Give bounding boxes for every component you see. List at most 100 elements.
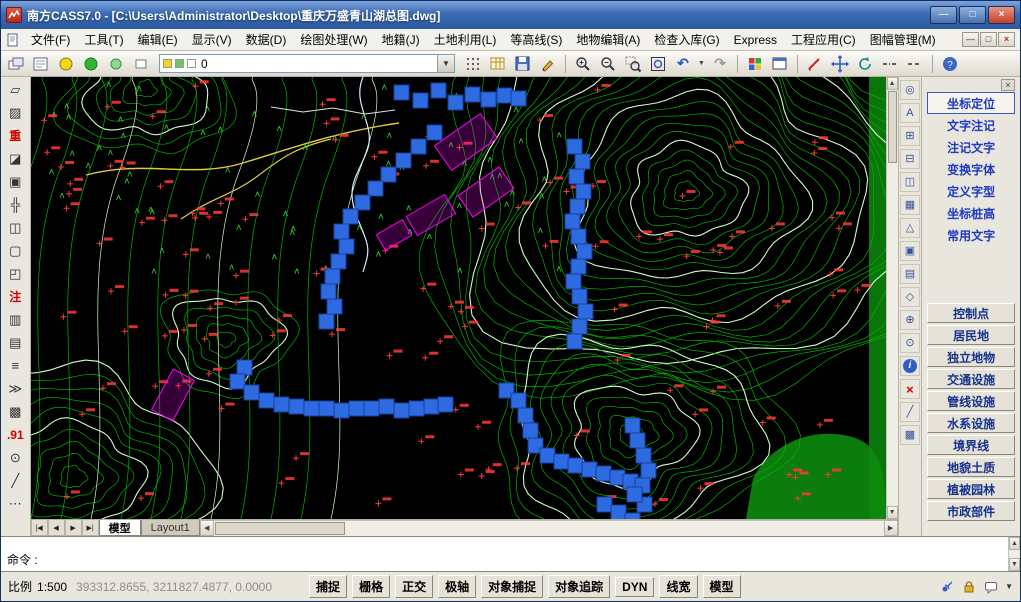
pattern-tool-icon[interactable]: ▩	[900, 425, 920, 445]
tab-model[interactable]: 模型	[99, 520, 141, 536]
redo-icon[interactable]: ↷	[708, 53, 732, 75]
status-menu-arrow-icon[interactable]: ▼	[1005, 582, 1013, 591]
scale-value[interactable]: 1:500	[37, 580, 67, 594]
window-tool-icon[interactable]: ◫	[900, 172, 920, 192]
panel-button-independent-feature[interactable]: 独立地物	[927, 347, 1015, 367]
panel-button-boundary[interactable]: 境界线	[927, 435, 1015, 455]
panel-item-text-annotation[interactable]: 文字注记	[927, 114, 1015, 136]
list-tool-icon[interactable]: ▤	[900, 264, 920, 284]
toggle-snap[interactable]: 捕捉	[309, 575, 347, 598]
toggle-model[interactable]: 模型	[703, 575, 741, 598]
menu-check-db[interactable]: 检查入库(G)	[647, 28, 726, 51]
palette-icon[interactable]	[743, 53, 767, 75]
scroll-down-icon[interactable]: ▼	[887, 506, 898, 519]
scroll-up-icon[interactable]: ▲	[887, 77, 898, 90]
panel-button-control-point[interactable]: 控制点	[927, 303, 1015, 323]
target-tool-icon[interactable]: ⊙	[900, 333, 920, 353]
left-tool-fill-icon[interactable]: ◪	[2, 147, 28, 170]
text-tool-icon[interactable]: A	[900, 103, 920, 123]
vertical-scroll-thumb[interactable]	[888, 91, 897, 163]
toggle-ortho[interactable]: 正交	[395, 575, 433, 598]
left-tool-rectangle-icon[interactable]: ▢	[2, 239, 28, 262]
menu-express[interactable]: Express	[727, 30, 784, 50]
save-icon[interactable]	[511, 53, 535, 75]
grid-minus-icon[interactable]: ⊟	[900, 149, 920, 169]
left-tool-annotate-icon[interactable]: 注	[2, 285, 28, 308]
left-tool-corner-icon[interactable]: ◰	[2, 262, 28, 285]
panel-item-common-text[interactable]: 常用文字	[927, 224, 1015, 246]
block-tool-icon[interactable]: ▣	[900, 241, 920, 261]
color-light-green-icon[interactable]	[104, 53, 128, 75]
toggle-polar[interactable]: 极轴	[438, 575, 476, 598]
layer-manager-icon[interactable]	[29, 53, 53, 75]
triangle-tool-icon[interactable]: △	[900, 218, 920, 238]
grid-plus-icon[interactable]: ⊞	[900, 126, 920, 146]
toggle-osnap[interactable]: 对象捕捉	[481, 575, 543, 598]
zoom-extents-icon[interactable]	[646, 53, 670, 75]
locate-tool-icon[interactable]: ◎	[900, 80, 920, 100]
maximize-button[interactable]: □	[959, 6, 986, 24]
left-tool-lines-icon[interactable]: ≡	[2, 354, 28, 377]
panel-item-coord-elevation[interactable]: 坐标桩高	[927, 202, 1015, 224]
tab-last-icon[interactable]: ▶|	[82, 520, 99, 536]
left-tool-regen-icon[interactable]: 重	[2, 124, 28, 147]
panel-button-pipeline[interactable]: 管线设施	[927, 391, 1015, 411]
color-yellow-icon[interactable]	[54, 53, 78, 75]
signal-icon[interactable]	[939, 579, 955, 595]
left-tool-grid-icon[interactable]: ▩	[2, 400, 28, 423]
info-icon[interactable]: i	[900, 356, 920, 376]
hatch-tool-icon[interactable]: ▦	[900, 195, 920, 215]
left-tool-cell-icon[interactable]: ◫	[2, 216, 28, 239]
left-tool-arrows-icon[interactable]: ≫	[2, 377, 28, 400]
mdi-restore-button[interactable]: □	[980, 32, 997, 47]
window-panel-icon[interactable]	[768, 53, 792, 75]
scroll-right-icon[interactable]: ▶	[884, 520, 898, 536]
drawing-canvas[interactable]	[31, 77, 886, 519]
panel-item-coord-locate[interactable]: 坐标定位	[927, 92, 1015, 114]
panel-button-municipal[interactable]: 市政部件	[927, 501, 1015, 521]
tab-layout1[interactable]: Layout1	[141, 520, 200, 536]
message-icon[interactable]	[983, 579, 999, 595]
zoom-in-icon[interactable]	[571, 53, 595, 75]
layer-combo[interactable]: 0 ▼	[159, 54, 455, 73]
toggle-dyn[interactable]: DYN	[615, 577, 654, 597]
rotate-icon[interactable]	[853, 53, 877, 75]
zoom-out-icon[interactable]	[596, 53, 620, 75]
left-tool-hatch-icon[interactable]: ▨	[2, 101, 28, 124]
left-tool-pointer-icon[interactable]: ▱	[2, 78, 28, 101]
panel-button-landform[interactable]: 地貌土质	[927, 457, 1015, 477]
command-scrollbar[interactable]: ▲ ▼	[1008, 537, 1020, 571]
menu-feature-edit[interactable]: 地物编辑(A)	[569, 28, 647, 51]
close-button[interactable]: ×	[988, 6, 1015, 24]
vertical-scrollbar[interactable]: ▲ ▼	[886, 77, 898, 519]
color-white-icon[interactable]	[129, 53, 153, 75]
left-tool-more-icon[interactable]: ⋯	[2, 492, 28, 515]
horizontal-scrollbar[interactable]: ◀ ▶	[200, 520, 898, 536]
undo-dropdown-icon[interactable]: ▼	[696, 53, 707, 75]
panel-item-define-style[interactable]: 定义字型	[927, 180, 1015, 202]
tab-prev-icon[interactable]: ◀	[48, 520, 65, 536]
left-tool-block-icon[interactable]: ▣	[2, 170, 28, 193]
panel-button-vegetation[interactable]: 植被园林	[927, 479, 1015, 499]
panel-button-water-system[interactable]: 水系设施	[927, 413, 1015, 433]
menu-land-use[interactable]: 土地利用(L)	[427, 28, 504, 51]
panel-close-icon[interactable]: ×	[1001, 79, 1015, 91]
layer-combo-dropdown-icon[interactable]: ▼	[437, 55, 454, 72]
menu-sheet-manage[interactable]: 图幅管理(M)	[863, 28, 943, 51]
linetype-dash-icon[interactable]	[903, 53, 927, 75]
menu-edit[interactable]: 编辑(E)	[131, 28, 185, 51]
left-tool-slash-icon[interactable]: ╱	[2, 469, 28, 492]
left-tool-rows-icon[interactable]: ▥	[2, 308, 28, 331]
color-green-icon[interactable]	[79, 53, 103, 75]
mdi-close-button[interactable]: ×	[998, 32, 1015, 47]
left-tool-circle-icon[interactable]: ⊙	[2, 446, 28, 469]
minimize-button[interactable]: —	[930, 6, 957, 24]
panel-button-transport[interactable]: 交通设施	[927, 369, 1015, 389]
toggle-lineweight[interactable]: 线宽	[659, 575, 697, 598]
command-scroll-up-icon[interactable]: ▲	[1009, 537, 1020, 550]
help-icon[interactable]: ?	[938, 53, 962, 75]
left-tool-91-icon[interactable]: .91	[2, 423, 28, 446]
left-tool-layers-icon[interactable]: ▤	[2, 331, 28, 354]
command-scroll-down-icon[interactable]: ▼	[1009, 558, 1020, 571]
left-tool-crosshair-icon[interactable]: ╬	[2, 193, 28, 216]
